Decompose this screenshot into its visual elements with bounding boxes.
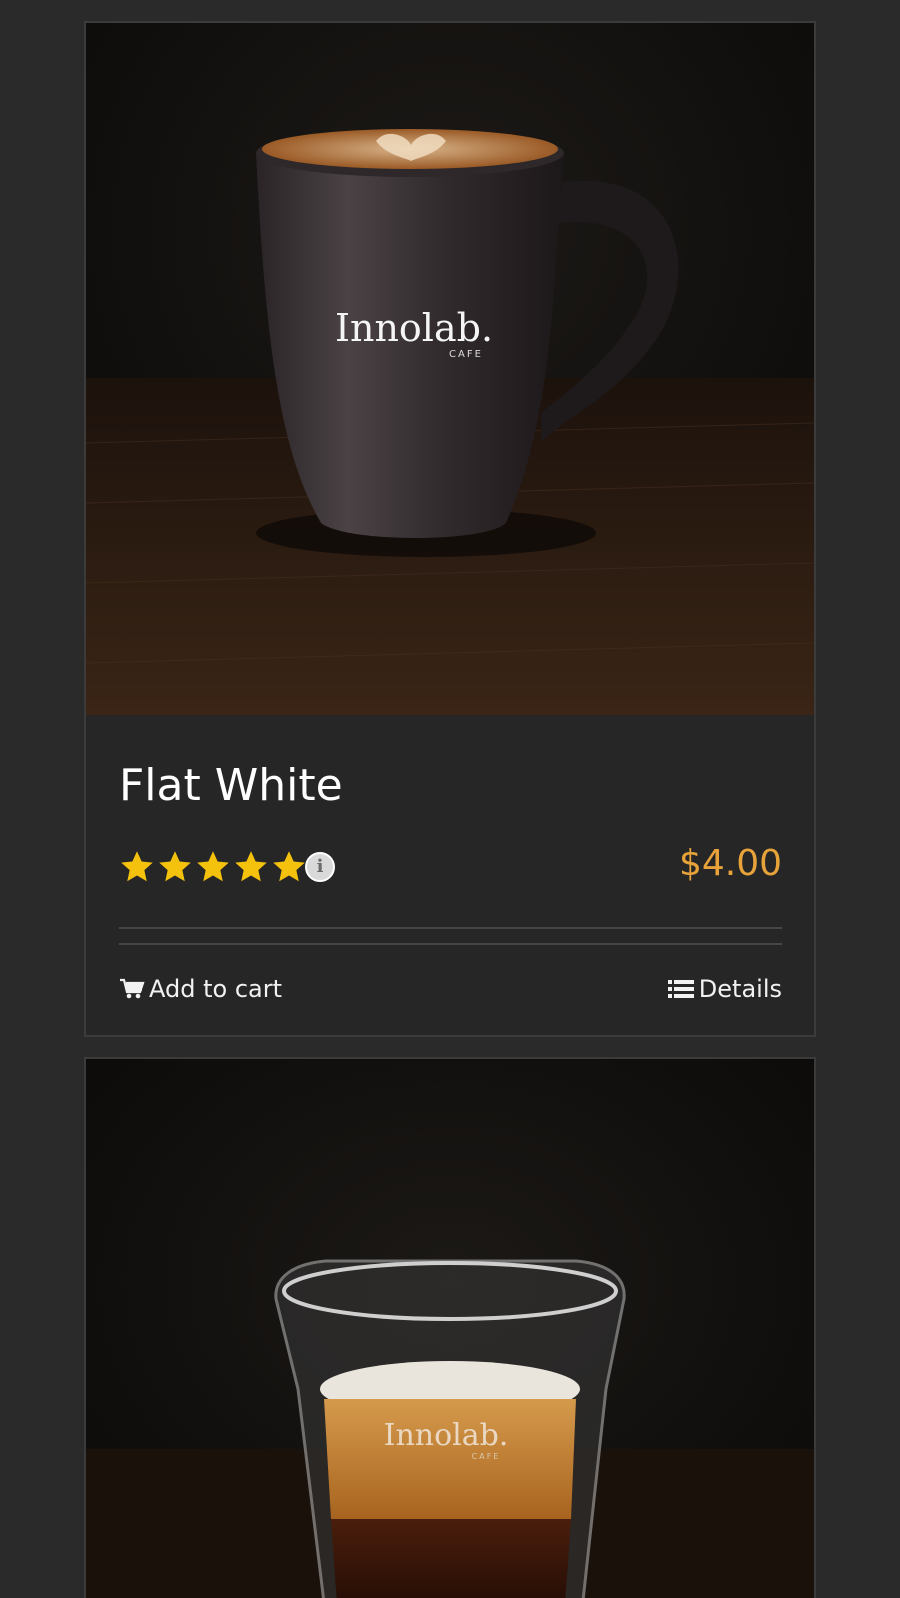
list-icon (667, 980, 694, 998)
divider (119, 943, 782, 945)
star-rating[interactable]: i (119, 849, 335, 885)
details-button[interactable]: Details (667, 977, 782, 1001)
logo-text: Innolab. (384, 1418, 509, 1453)
add-to-cart-button[interactable]: Add to cart (119, 977, 282, 1001)
star-icon (121, 851, 153, 882)
product-card: Innolab. CAFE (84, 1057, 816, 1598)
product-card: Innolab. CAFE Flat White i $4.00 Add to … (84, 21, 816, 1037)
add-to-cart-label: Add to cart (149, 975, 282, 1003)
coffee-mug-photo: Innolab. CAFE (86, 23, 814, 715)
product-image[interactable]: Innolab. CAFE (86, 1059, 814, 1598)
divider (119, 927, 782, 929)
coffee-glass-photo: Innolab. CAFE (86, 1059, 814, 1598)
star-icon (197, 851, 229, 882)
info-icon[interactable]: i (305, 852, 335, 882)
product-list: Innolab. CAFE Flat White i $4.00 Add to … (0, 0, 900, 1598)
logo-text: Innolab. (335, 306, 493, 350)
logo-subtext: CAFE (449, 349, 483, 360)
cart-icon (120, 978, 145, 999)
star-icon (235, 851, 267, 882)
star-icon (273, 851, 305, 882)
product-price: $4.00 (678, 843, 782, 884)
details-label: Details (698, 975, 782, 1003)
logo-subtext: CAFE (472, 1452, 501, 1461)
star-icon (159, 851, 191, 882)
product-title[interactable]: Flat White (119, 764, 343, 808)
product-image[interactable]: Innolab. CAFE (86, 23, 814, 715)
